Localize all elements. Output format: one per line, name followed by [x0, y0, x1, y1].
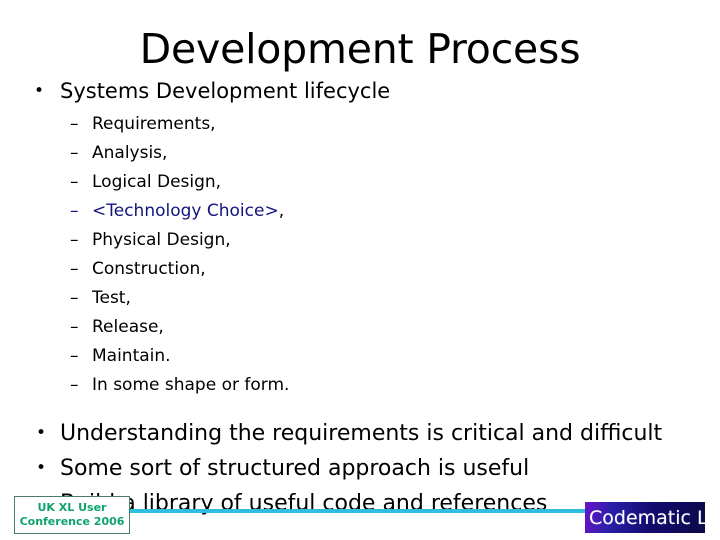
list-item-label: Requirements, [92, 114, 216, 134]
list-item: – Release, [0, 313, 720, 342]
list-item-label: Test, [92, 288, 131, 308]
dash-marker-icon: – [70, 259, 79, 279]
list-item-technology-choice: – <Technology Choice>, [0, 197, 720, 226]
bullet-marker-icon: • [36, 458, 47, 478]
list-item: – Construction, [0, 255, 720, 284]
list-item: – Maintain. [0, 342, 720, 371]
conference-badge-line1: UK XL User [37, 501, 107, 514]
dash-marker-icon: – [70, 288, 79, 308]
codematic-logo: Codematic Ltd. [585, 502, 720, 533]
dash-marker-icon: – [70, 201, 79, 221]
list-item-label-tail: , [278, 201, 285, 221]
bullet-systems-development-lifecycle: • Systems Development lifecycle [0, 78, 720, 105]
list-item: – Requirements, [0, 110, 720, 139]
list-item: – Analysis, [0, 139, 720, 168]
list-item-label: Logical Design, [92, 172, 222, 192]
list-item: – Logical Design, [0, 168, 720, 197]
list-item: – Physical Design, [0, 226, 720, 255]
lifecycle-phase-list: – Requirements, – Analysis, – Logical De… [0, 110, 720, 400]
list-item-label: Release, [92, 317, 164, 337]
list-item-label: In some shape or form. [92, 375, 290, 395]
list-item-label: Analysis, [92, 143, 168, 163]
dash-marker-icon: – [70, 230, 79, 250]
bullet-understanding-requirements: • Understanding the requirements is crit… [0, 416, 720, 451]
dash-marker-icon: – [70, 375, 79, 395]
dash-marker-icon: – [70, 114, 79, 134]
bullet-marker-icon: • [34, 81, 45, 101]
list-item-label: Construction, [92, 259, 206, 279]
dash-marker-icon: – [70, 172, 79, 192]
page-title: Development Process [139, 25, 581, 73]
slide-body: • Systems Development lifecycle – Requir… [0, 78, 720, 521]
bullet-structured-approach: • Some sort of structured approach is us… [0, 451, 720, 486]
conference-badge-line2: Conference 2006 [19, 515, 125, 528]
conference-badge: UK XL User Conference 2006 [14, 496, 130, 534]
dash-marker-icon: – [70, 346, 79, 366]
footer-divider-rule [128, 509, 586, 513]
codematic-logo-label: Codematic Ltd. [589, 506, 720, 529]
presentation-slide: Development Process • Systems Developmen… [0, 0, 720, 540]
list-item: – Test, [0, 284, 720, 313]
dash-marker-icon: – [70, 143, 79, 163]
list-item-label: Physical Design, [92, 230, 231, 250]
dash-marker-icon: – [70, 317, 79, 337]
list-item-label: <Technology Choice> [92, 201, 279, 221]
bullet-label: Systems Development lifecycle [60, 79, 391, 103]
list-item: – In some shape or form. [0, 371, 720, 400]
bullet-label: Some sort of structured approach is usef… [60, 456, 530, 481]
list-item-label: Maintain. [92, 346, 171, 366]
bullet-marker-icon: • [36, 423, 47, 443]
bullet-label: Understanding the requirements is critic… [60, 421, 663, 446]
